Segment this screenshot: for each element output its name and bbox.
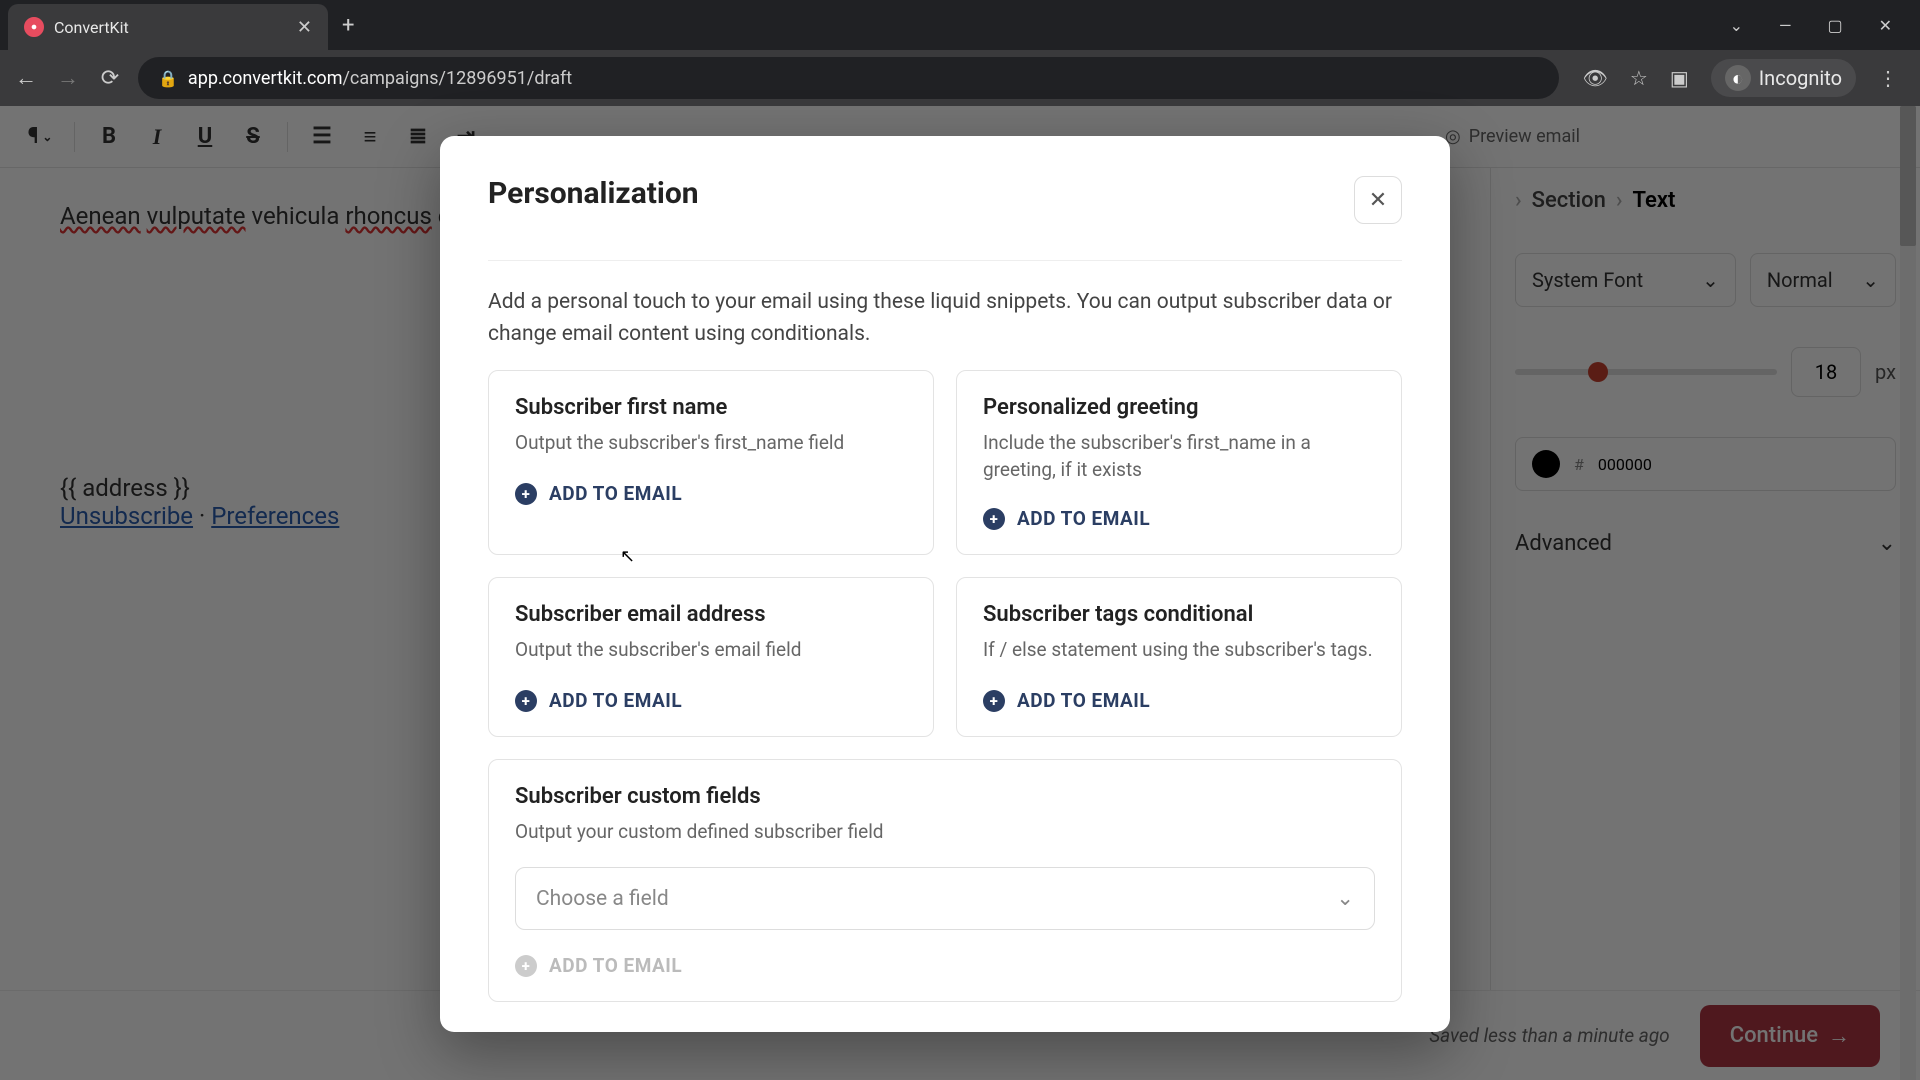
modal-description: Add a personal touch to your email using… (488, 261, 1402, 370)
incognito-badge[interactable]: ◐ Incognito (1711, 59, 1856, 97)
card-title: Subscriber tags conditional (983, 602, 1375, 627)
card-title: Personalized greeting (983, 395, 1375, 420)
close-window-icon[interactable]: ✕ (1879, 16, 1892, 35)
page: ¶ ⌄ B I U S ☰ ≡ ≣ ⇥ ◎ Preview email Aene… (0, 106, 1920, 1080)
card-tags-conditional: Subscriber tags conditional If / else st… (956, 577, 1402, 737)
bookmark-icon[interactable]: ☆ (1630, 66, 1648, 90)
favicon (24, 17, 44, 37)
modal-close-button[interactable]: ✕ (1354, 176, 1402, 224)
add-to-email-button[interactable]: + ADD TO EMAIL (515, 482, 907, 505)
url-bar[interactable]: 🔒 app.convertkit.com/campaigns/12896951/… (138, 57, 1559, 99)
minimize-icon[interactable]: ― (1779, 16, 1792, 35)
browser-chrome: ConvertKit ✕ + ⌄ ― ▢ ✕ ← → ⟳ 🔒 app.conve… (0, 0, 1920, 106)
plus-circle-icon: + (983, 690, 1005, 712)
card-subscriber-email: Subscriber email address Output the subs… (488, 577, 934, 737)
browser-tab[interactable]: ConvertKit ✕ (8, 4, 328, 50)
card-desc: If / else statement using the subscriber… (983, 637, 1375, 665)
reload-button[interactable]: ⟳ (96, 66, 124, 91)
panel-icon[interactable]: ▣ (1670, 66, 1689, 90)
plus-circle-icon: + (983, 508, 1005, 530)
window-controls: ⌄ ― ▢ ✕ (1730, 16, 1912, 35)
tabs-dropdown-icon[interactable]: ⌄ (1730, 16, 1743, 35)
chevron-down-icon: ⌄ (1336, 886, 1354, 911)
card-title: Subscriber email address (515, 602, 907, 627)
incognito-icon: ◐ (1725, 65, 1751, 91)
card-title: Subscriber custom fields (515, 784, 1375, 809)
new-tab-button[interactable]: + (342, 13, 354, 38)
card-subscriber-first-name: Subscriber first name Output the subscri… (488, 370, 934, 555)
plus-circle-icon: + (515, 690, 537, 712)
custom-field-select[interactable]: Choose a field ⌄ (515, 867, 1375, 930)
plus-circle-icon: + (515, 955, 537, 977)
personalization-modal: Personalization ✕ Add a personal touch t… (440, 136, 1450, 1032)
card-title: Subscriber first name (515, 395, 907, 420)
add-to-email-button-disabled: + ADD TO EMAIL (515, 954, 1375, 977)
address-bar: ← → ⟳ 🔒 app.convertkit.com/campaigns/128… (0, 50, 1920, 106)
card-desc: Output the subscriber's email field (515, 637, 907, 665)
menu-icon[interactable]: ⋮ (1878, 66, 1898, 90)
add-to-email-button[interactable]: + ADD TO EMAIL (983, 507, 1375, 530)
tab-bar: ConvertKit ✕ + ⌄ ― ▢ ✕ (0, 0, 1920, 50)
eye-off-icon[interactable]: 👁 (1583, 66, 1608, 90)
modal-title: Personalization (488, 176, 699, 211)
plus-circle-icon: + (515, 483, 537, 505)
maximize-icon[interactable]: ▢ (1827, 16, 1842, 35)
card-desc: Output the subscriber's first_name field (515, 430, 907, 458)
tab-title: ConvertKit (54, 18, 287, 37)
url-text: app.convertkit.com/campaigns/12896951/dr… (188, 68, 572, 89)
close-tab-icon[interactable]: ✕ (297, 17, 312, 38)
add-to-email-button[interactable]: + ADD TO EMAIL (983, 689, 1375, 712)
card-custom-fields: Subscriber custom fields Output your cus… (488, 759, 1402, 1002)
close-icon: ✕ (1369, 188, 1387, 213)
card-desc: Output your custom defined subscriber fi… (515, 819, 1375, 847)
card-desc: Include the subscriber's first_name in a… (983, 430, 1375, 483)
add-to-email-button[interactable]: + ADD TO EMAIL (515, 689, 907, 712)
forward-button[interactable]: → (54, 65, 82, 91)
back-button[interactable]: ← (12, 65, 40, 91)
lock-icon: 🔒 (158, 69, 178, 88)
card-personalized-greeting: Personalized greeting Include the subscr… (956, 370, 1402, 555)
